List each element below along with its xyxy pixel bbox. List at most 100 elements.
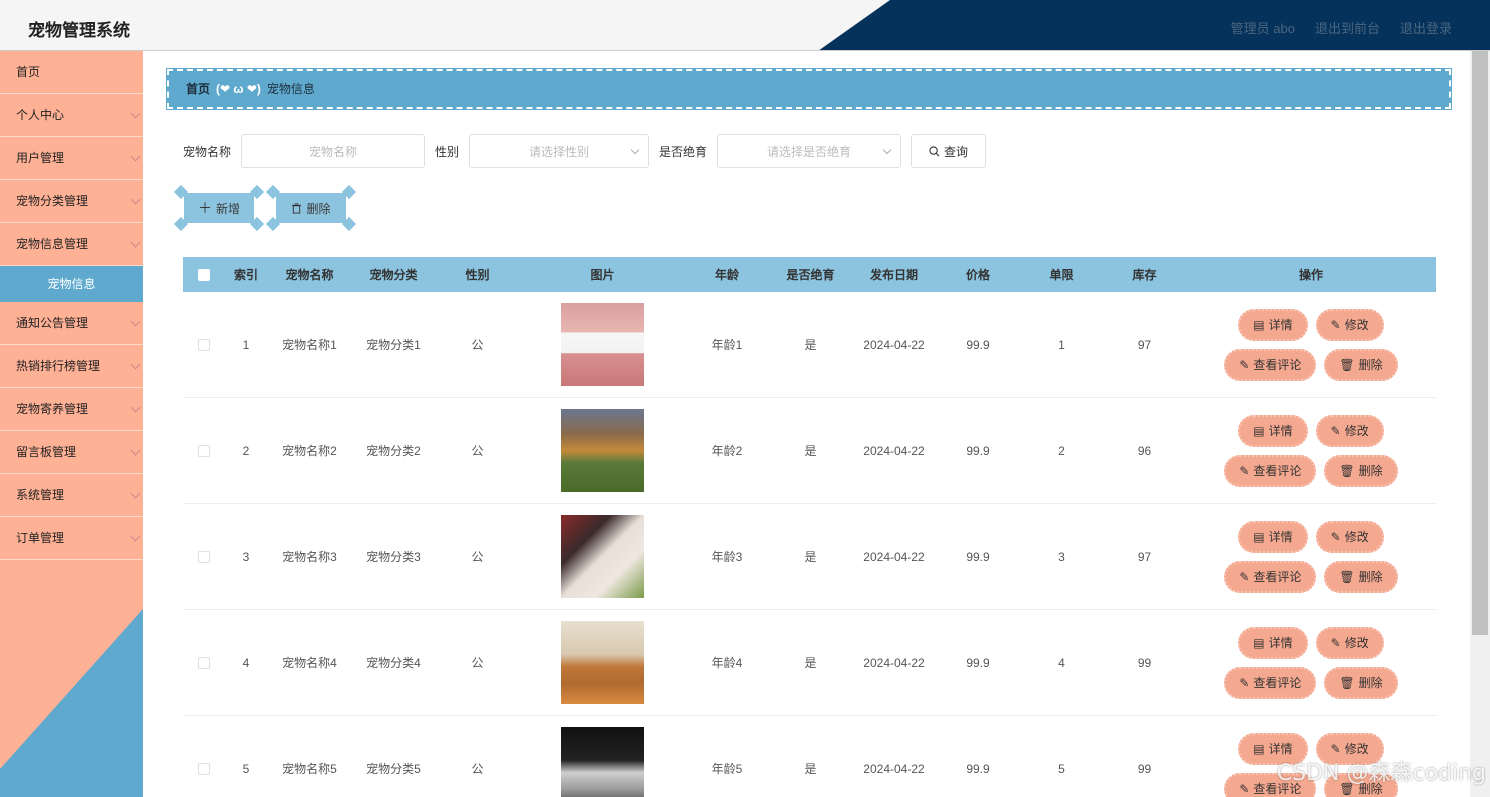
- row-date: 2024-04-22: [863, 443, 925, 458]
- edit-button[interactable]: ✎ 修改: [1315, 520, 1384, 553]
- sidebar-subitem-pet-info[interactable]: 宠物信息: [0, 266, 143, 302]
- main-content: 首页 (❤ ω ❤) 宠物信息 宠物名称 宠物名称 性别 请选择性别 是否绝育 …: [148, 51, 1470, 797]
- row-limit: 5: [1058, 761, 1065, 776]
- chevron-down-icon: [130, 359, 141, 370]
- pencil-icon: ✎: [1239, 569, 1250, 584]
- breadcrumb-home[interactable]: 首页: [186, 71, 210, 107]
- row-index: 3: [242, 549, 250, 564]
- col-limit: 单限: [1049, 268, 1074, 282]
- detail-button-label: 详情: [1268, 636, 1293, 650]
- back-to-front-link[interactable]: 退出到前台: [1315, 18, 1380, 37]
- view-comments-button[interactable]: ✎ 查看评论: [1224, 348, 1317, 381]
- view-comments-button[interactable]: ✎ 查看评论: [1224, 454, 1317, 487]
- search-bar: 宠物名称 宠物名称 性别 请选择性别 是否绝育 请选择是否绝育 查询: [183, 134, 987, 168]
- sex-select[interactable]: 请选择性别: [469, 134, 650, 168]
- row-image-cell: [520, 515, 685, 598]
- query-button[interactable]: 查询: [911, 134, 987, 168]
- sidebar-item-home[interactable]: 首页: [0, 51, 143, 94]
- sidebar-item-user-management[interactable]: 用户管理: [0, 137, 143, 180]
- edit-button[interactable]: ✎ 修改: [1315, 308, 1384, 341]
- sidebar-item-label: 订单管理: [16, 531, 65, 545]
- row-operations: ▤ 详情 ✎ 修改 ✎ 查看评论 🗑 删除: [1186, 520, 1436, 593]
- detail-button[interactable]: ▤ 详情: [1238, 520, 1308, 553]
- row-neutered: 是: [804, 338, 817, 352]
- batch-delete-button[interactable]: 删除: [265, 184, 357, 232]
- trash-icon: [292, 202, 302, 214]
- sidebar-item-system[interactable]: 系统管理: [0, 474, 143, 517]
- delete-button[interactable]: 🗑 删除: [1324, 666, 1398, 699]
- edit-button[interactable]: ✎ 修改: [1315, 414, 1384, 447]
- pencil-icon: ✎: [1330, 529, 1341, 544]
- sidebar-item-label: 宠物寄养管理: [16, 402, 89, 416]
- pet-photo[interactable]: [561, 303, 644, 386]
- sidebar-item-personal-center[interactable]: 个人中心: [0, 94, 143, 137]
- sidebar-item-label: 系统管理: [16, 488, 65, 502]
- logout-link[interactable]: 退出登录: [1400, 18, 1452, 37]
- col-operations: 操作: [1298, 268, 1323, 282]
- table-body: 1 宠物名称1 宠物分类1 公 年龄1 是 2024-04-22 99.9 1 …: [183, 292, 1436, 797]
- scrollbar-thumb[interactable]: [1472, 51, 1488, 635]
- sidebar-item-notices[interactable]: 通知公告管理: [0, 302, 143, 345]
- pet-photo[interactable]: [561, 409, 644, 492]
- breadcrumb-separator: (❤ ω ❤): [216, 82, 261, 96]
- col-neutered: 是否绝育: [786, 268, 835, 282]
- view-comments-button[interactable]: ✎ 查看评论: [1224, 666, 1317, 699]
- row-category: 宠物分类3: [366, 550, 421, 564]
- edit-button[interactable]: ✎ 修改: [1315, 626, 1384, 659]
- row-limit: 2: [1058, 443, 1065, 458]
- sidebar: 首页 个人中心 用户管理 宠物分类管理 宠物信息管理 宠物信息 通知公告管理 热…: [0, 51, 143, 797]
- delete-button-label: 删除: [1358, 570, 1383, 584]
- row-checkbox[interactable]: [198, 550, 210, 563]
- admin-user-label[interactable]: 管理员 abo: [1231, 18, 1295, 37]
- pencil-icon: ✎: [1330, 741, 1341, 756]
- trash-icon: 🗑: [1339, 675, 1355, 690]
- view-comments-button[interactable]: ✎ 查看评论: [1224, 560, 1317, 593]
- chevron-down-icon: [630, 145, 640, 155]
- scrollbar[interactable]: [1470, 51, 1490, 797]
- edit-button-label: 修改: [1344, 318, 1369, 332]
- pencil-icon: ✎: [1330, 635, 1341, 650]
- detail-button[interactable]: ▤ 详情: [1238, 414, 1308, 447]
- row-checkbox[interactable]: [198, 762, 210, 775]
- row-name: 宠物名称5: [282, 762, 337, 776]
- view-comments-button-label: 查看评论: [1253, 358, 1302, 372]
- delete-button[interactable]: 🗑 删除: [1324, 454, 1398, 487]
- table-row: 3 宠物名称3 宠物分类3 公 年龄3 是 2024-04-22 99.9 3 …: [183, 504, 1436, 610]
- detail-button-label: 详情: [1268, 424, 1293, 438]
- row-age: 年龄4: [711, 656, 743, 670]
- sidebar-item-orders[interactable]: 订单管理: [0, 517, 143, 560]
- delete-button[interactable]: 🗑 删除: [1324, 560, 1398, 593]
- row-neutered: 是: [804, 762, 817, 776]
- pet-name-input[interactable]: 宠物名称: [241, 134, 426, 168]
- edit-button-label: 修改: [1344, 424, 1369, 438]
- row-category: 宠物分类2: [366, 444, 421, 458]
- neuter-select[interactable]: 请选择是否绝育: [717, 134, 902, 168]
- row-image-cell: [520, 303, 685, 386]
- row-age: 年龄5: [711, 762, 743, 776]
- row-category: 宠物分类1: [366, 338, 421, 352]
- table-row: 1 宠物名称1 宠物分类1 公 年龄1 是 2024-04-22 99.9 1 …: [183, 292, 1436, 398]
- detail-button[interactable]: ▤ 详情: [1238, 308, 1308, 341]
- sidebar-item-pet-info[interactable]: 宠物信息管理: [0, 223, 143, 266]
- sidebar-item-boarding[interactable]: 宠物寄养管理: [0, 388, 143, 431]
- pet-photo[interactable]: [561, 621, 644, 704]
- sidebar-item-pet-category[interactable]: 宠物分类管理: [0, 180, 143, 223]
- row-checkbox[interactable]: [198, 656, 210, 669]
- sidebar-item-label: 用户管理: [16, 151, 65, 165]
- select-all-checkbox[interactable]: [198, 268, 210, 281]
- sidebar-item-bestsellers[interactable]: 热销排行榜管理: [0, 345, 143, 388]
- chevron-down-icon: [130, 488, 141, 499]
- add-button[interactable]: ＋ 新增: [173, 184, 265, 232]
- delete-button[interactable]: 🗑 删除: [1324, 348, 1398, 381]
- detail-button[interactable]: ▤ 详情: [1238, 626, 1308, 659]
- row-index: 5: [242, 761, 250, 776]
- row-price: 99.9: [966, 761, 990, 776]
- row-date: 2024-04-22: [863, 549, 925, 564]
- sidebar-item-message-board[interactable]: 留言板管理: [0, 431, 143, 474]
- row-checkbox[interactable]: [198, 338, 210, 351]
- pet-photo[interactable]: [561, 727, 644, 797]
- document-icon: ▤: [1253, 529, 1265, 544]
- watermark: CSDN @森森coding: [1276, 761, 1486, 786]
- pet-photo[interactable]: [561, 515, 644, 598]
- row-checkbox[interactable]: [198, 444, 210, 457]
